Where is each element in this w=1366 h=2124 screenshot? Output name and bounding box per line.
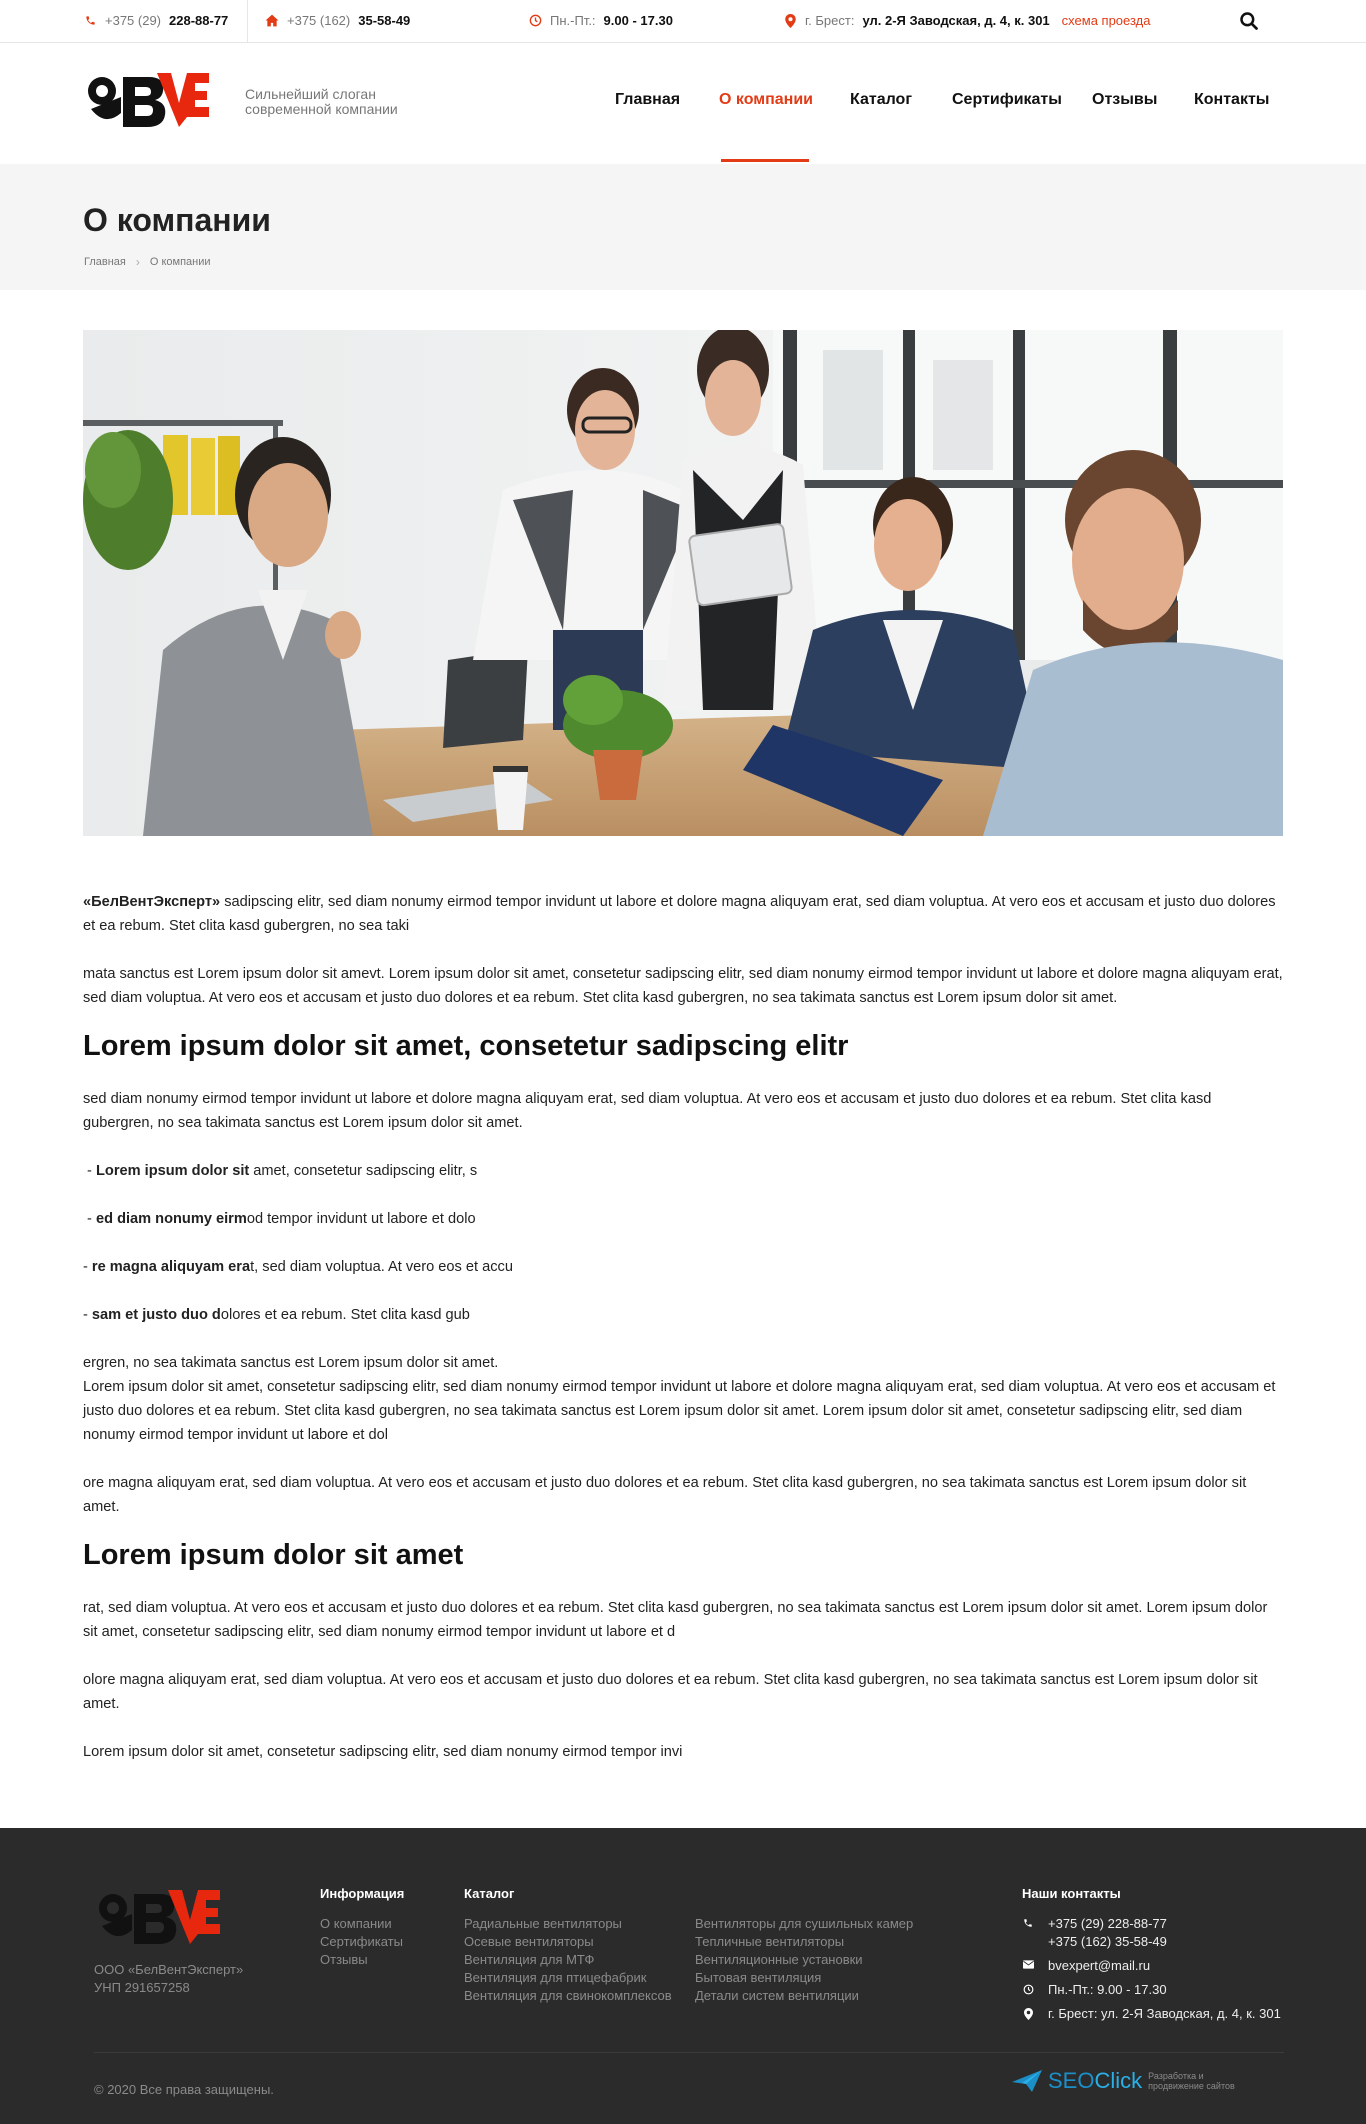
footer-link-about[interactable]: О компании bbox=[320, 1916, 392, 1931]
copyright: © 2020 Все права защищены. bbox=[94, 2082, 274, 2097]
paragraph-6: rat, sed diam voluptua. At vero eos et a… bbox=[83, 1600, 1268, 1640]
footer-catalog-title: Каталог bbox=[464, 1886, 515, 1901]
paragraph-4a: ergren, no sea takimata sanctus est Lore… bbox=[83, 1355, 499, 1371]
footer-catalog-link[interactable]: Детали систем вентиляции bbox=[695, 1988, 859, 2003]
main-nav: Главная О компании Каталог Сертификаты О… bbox=[0, 91, 1366, 164]
phone-1-prefix: +375 (29) bbox=[105, 13, 162, 28]
topbar-hours: Пн.-Пт.: 9.00 - 17.30 bbox=[528, 13, 673, 28]
footer-address-row: г. Брест: ул. 2-Я Заводская, д. 4, к. 30… bbox=[1022, 2005, 1322, 2023]
map-pin-icon bbox=[783, 13, 797, 28]
clock-icon bbox=[528, 14, 542, 28]
topbar-address: г. Брест: ул. 2-Я Заводская, д. 4, к. 30… bbox=[783, 13, 1150, 28]
paragraph-8: Lorem ipsum dolor sit amet, consetetur s… bbox=[83, 1744, 683, 1760]
paragraph-2: mata sanctus est Lorem ipsum dolor sit a… bbox=[83, 966, 1283, 1006]
paragraph-5: ore magna aliquyam erat, sed diam volupt… bbox=[83, 1475, 1247, 1515]
section-heading-1: Lorem ipsum dolor sit amet, consetetur s… bbox=[83, 1030, 849, 1062]
topbar-divider bbox=[247, 0, 248, 43]
footer-company-info: ООО «БелВентЭксперт» УНП 291657258 bbox=[94, 1962, 244, 1995]
footer-contacts: Наши контакты +375 (29) 228-88-77 +375 (… bbox=[1022, 1886, 1322, 2023]
footer-catalog-link[interactable]: Тепличные вентиляторы bbox=[695, 1934, 844, 1949]
footer-logo[interactable] bbox=[94, 1886, 224, 1948]
breadcrumb: Главная › О компании bbox=[84, 255, 211, 269]
footer-catalog-link[interactable]: Вентиляция для МТФ bbox=[464, 1952, 594, 1967]
footer-catalog-link[interactable]: Вентиляция для птицефабрик bbox=[464, 1970, 646, 1985]
paragraph-4b: Lorem ipsum dolor sit amet, consetetur s… bbox=[83, 1379, 1276, 1443]
footer-phone-2[interactable]: +375 (162) 35-58-49 bbox=[1048, 1933, 1167, 1951]
main-content: «БелВентЭксперт» sadipscing elitr, sed d… bbox=[83, 890, 1283, 1788]
phone-2-prefix: +375 (162) bbox=[287, 13, 351, 28]
footer-link-reviews[interactable]: Отзывы bbox=[320, 1952, 368, 1967]
footer-catalog-column-2: Вентиляторы для сушильных камер Тепличны… bbox=[695, 1886, 913, 2005]
map-pin-icon bbox=[1022, 2005, 1034, 2020]
phone-1-number: 228-88-77 bbox=[169, 13, 229, 28]
nav-item-home[interactable]: Главная bbox=[615, 91, 680, 109]
footer-hours: Пн.-Пт.: 9.00 - 17.30 bbox=[1048, 1982, 1167, 1997]
footer-info-title: Информация bbox=[320, 1886, 405, 1901]
phone-icon bbox=[1022, 1915, 1034, 1928]
hero-image-office-team bbox=[83, 330, 1283, 836]
footer-catalog-column: Каталог Радиальные вентиляторы Осевые ве… bbox=[464, 1886, 672, 2005]
footer-catalog-link[interactable]: Осевые вентиляторы bbox=[464, 1934, 594, 1949]
list-item: - re magna aliquyam erat, sed diam volup… bbox=[83, 1259, 513, 1275]
search-button[interactable] bbox=[1239, 11, 1261, 33]
footer-link-certificates[interactable]: Сертификаты bbox=[320, 1934, 403, 1949]
footer-catalog-link[interactable]: Вентиляторы для сушильных камер bbox=[695, 1916, 913, 1931]
address-value: ул. 2-Я Заводская, д. 4, к. 301 bbox=[862, 13, 1050, 28]
home-icon bbox=[265, 14, 279, 28]
paper-plane-icon bbox=[1012, 2070, 1042, 2092]
intro-paragraph: «БелВентЭксперт» sadipscing elitr, sed d… bbox=[83, 894, 1276, 934]
clock-icon bbox=[1022, 1981, 1034, 1995]
phone-icon bbox=[83, 14, 97, 28]
nav-item-certificates[interactable]: Сертификаты bbox=[952, 91, 1062, 109]
map-directions-link[interactable]: схема проезда bbox=[1062, 13, 1151, 28]
footer-catalog-link[interactable]: Бытовая вентиляция bbox=[695, 1970, 821, 1985]
footer-phones[interactable]: +375 (29) 228-88-77 +375 (162) 35-58-49 bbox=[1022, 1915, 1322, 1951]
page-title-band: О компании Главная › О компании bbox=[0, 164, 1366, 290]
breadcrumb-home[interactable]: Главная bbox=[84, 256, 126, 268]
nav-item-about[interactable]: О компании bbox=[719, 91, 813, 109]
developer-credit-link[interactable]: SEOClick Разработка и продвижение сайтов bbox=[1012, 2068, 1248, 2094]
footer-email-row[interactable]: bvexpert@mail.ru bbox=[1022, 1957, 1322, 1975]
footer-catalog-link[interactable]: Радиальные вентиляторы bbox=[464, 1916, 622, 1931]
footer-email[interactable]: bvexpert@mail.ru bbox=[1048, 1957, 1150, 1975]
paragraph-3: sed diam nonumy eirmod tempor invidunt u… bbox=[83, 1091, 1212, 1131]
envelope-icon bbox=[1022, 1957, 1034, 1969]
nav-active-indicator bbox=[721, 159, 809, 162]
phone-2-number: 35-58-49 bbox=[358, 13, 411, 28]
topbar: +375 (29) 228-88-77 +375 (162) 35-58-49 … bbox=[0, 0, 1366, 43]
company-name: «БелВентЭксперт» bbox=[83, 894, 221, 910]
list-item: - Lorem ipsum dolor sit amet, consetetur… bbox=[83, 1163, 478, 1179]
nav-item-catalog[interactable]: Каталог bbox=[850, 91, 912, 109]
footer-hours-row: Пн.-Пт.: 9.00 - 17.30 bbox=[1022, 1981, 1322, 1999]
paragraph-7: olore magna aliquyam erat, sed diam volu… bbox=[83, 1672, 1258, 1712]
list-item: - ed diam nonumy eirmod tempor invidunt … bbox=[83, 1211, 476, 1227]
section-heading-2: Lorem ipsum dolor sit amet bbox=[83, 1539, 464, 1571]
list-item: - sam et justo duo dolores et ea rebum. … bbox=[83, 1307, 470, 1323]
developer-brand: SEOClick bbox=[1048, 2068, 1143, 2093]
nav-item-reviews[interactable]: Отзывы bbox=[1092, 91, 1157, 109]
hours-value: 9.00 - 17.30 bbox=[603, 13, 673, 28]
footer-contacts-title: Наши контакты bbox=[1022, 1886, 1121, 1901]
topbar-phone-2[interactable]: +375 (162) 35-58-49 bbox=[265, 13, 410, 28]
site-header: Сильнейший слоган современной компании Г… bbox=[0, 43, 1366, 164]
footer-phone-1[interactable]: +375 (29) 228-88-77 bbox=[1048, 1915, 1167, 1933]
nav-item-contacts[interactable]: Контакты bbox=[1194, 91, 1269, 109]
page-title: О компании bbox=[83, 202, 271, 238]
footer-catalog-link[interactable]: Вентиляция для свинокомплексов bbox=[464, 1988, 672, 2003]
footer-info-column: Информация О компании Сертификаты Отзывы bbox=[320, 1886, 404, 1969]
developer-tagline: Разработка и продвижение сайтов bbox=[1148, 2071, 1235, 2091]
topbar-phone-1[interactable]: +375 (29) 228-88-77 bbox=[83, 13, 228, 28]
chevron-right-icon: › bbox=[135, 255, 140, 269]
search-icon bbox=[1240, 12, 1258, 30]
address-label: г. Брест: bbox=[805, 13, 855, 28]
footer-catalog-link[interactable]: Вентиляционные установки bbox=[695, 1952, 863, 1967]
breadcrumb-current: О компании bbox=[149, 256, 211, 268]
site-footer: ООО «БелВентЭксперт» УНП 291657258 Инфор… bbox=[0, 1828, 1366, 2124]
hours-label: Пн.-Пт.: bbox=[550, 13, 596, 28]
footer-address: г. Брест: ул. 2-Я Заводская, д. 4, к. 30… bbox=[1048, 2006, 1281, 2021]
footer-divider bbox=[94, 2052, 1284, 2053]
